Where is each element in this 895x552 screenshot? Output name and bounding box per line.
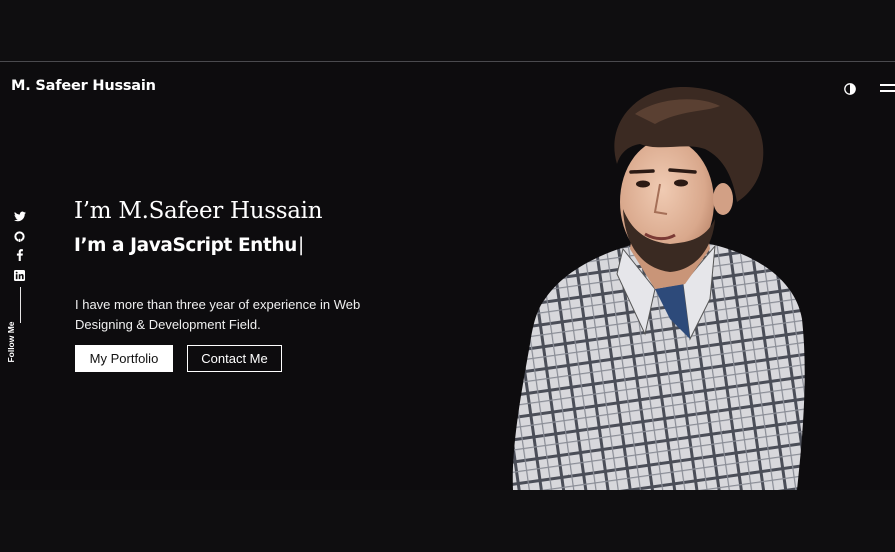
twitter-icon[interactable] xyxy=(14,209,27,222)
contrast-icon xyxy=(844,83,856,95)
linkedin-icon[interactable] xyxy=(14,268,27,281)
bottom-band xyxy=(0,490,895,552)
menu-toggle[interactable] xyxy=(880,84,895,96)
follow-me-label: Follow Me xyxy=(6,321,16,363)
profile-photo xyxy=(512,86,805,490)
menu-bar xyxy=(880,90,895,92)
contact-button[interactable]: Contact Me xyxy=(187,345,282,372)
portfolio-button[interactable]: My Portfolio xyxy=(75,345,173,372)
facebook-icon[interactable] xyxy=(14,248,27,261)
hero-role: I’m a JavaScript Enthu| xyxy=(74,235,304,256)
site-brand[interactable]: M. Safeer Hussain xyxy=(11,78,156,94)
social-divider xyxy=(20,287,21,323)
hero-role-text: I’m a JavaScript Enthu xyxy=(74,235,297,256)
github-icon[interactable] xyxy=(14,229,27,242)
top-bar xyxy=(0,0,895,62)
typing-cursor: | xyxy=(297,235,304,256)
theme-toggle[interactable] xyxy=(844,82,856,95)
hero-description: I have more than three year of experienc… xyxy=(75,297,361,332)
menu-bar xyxy=(880,84,895,86)
hero-greeting: I’m M.Safeer Hussain xyxy=(74,198,323,224)
social-links xyxy=(14,209,30,323)
